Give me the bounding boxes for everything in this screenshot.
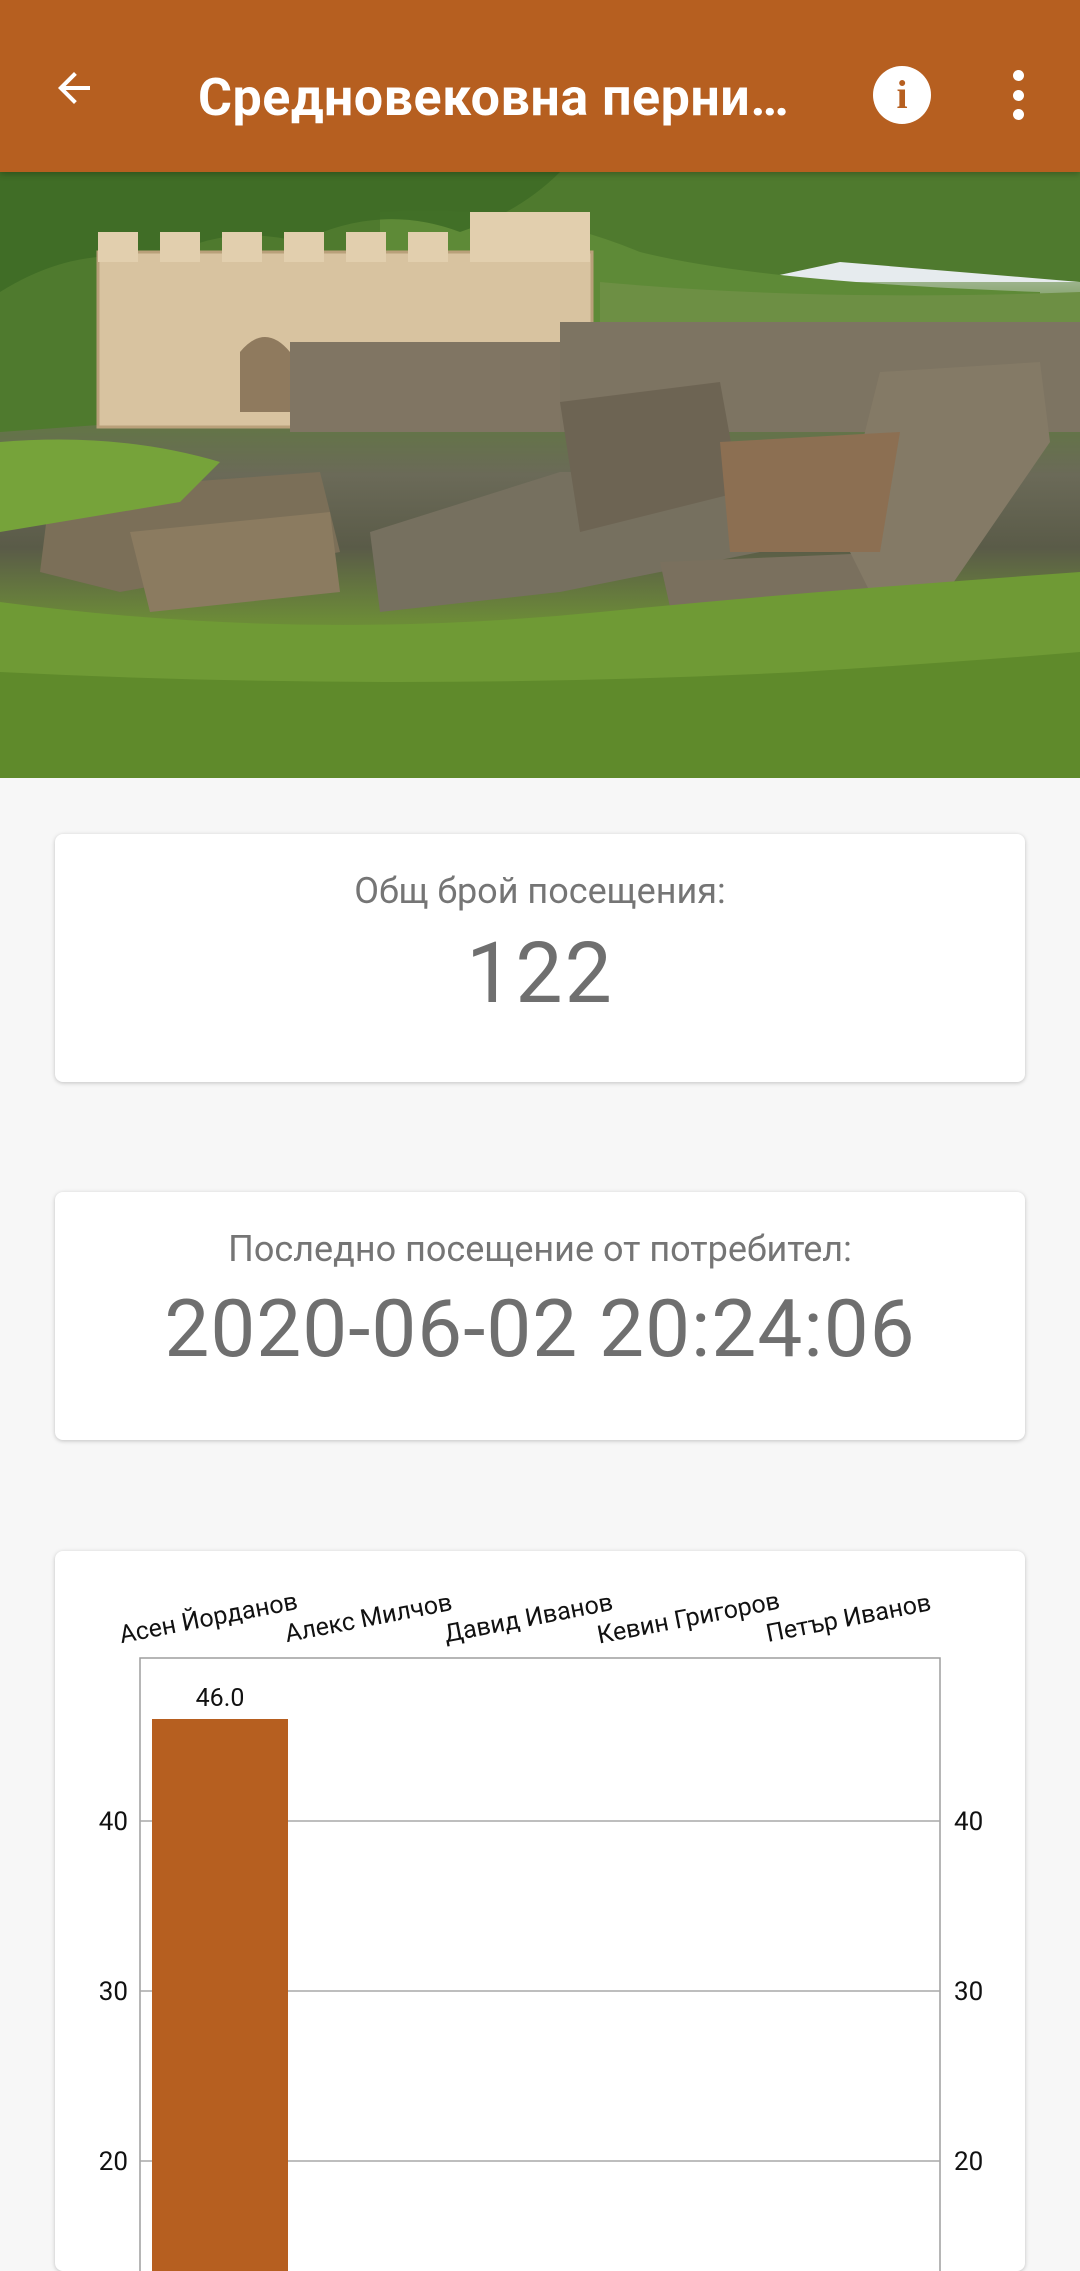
y-tick-label-left: 40 bbox=[99, 1807, 128, 1837]
page-title: Средновековна перни… bbox=[198, 67, 790, 128]
bar bbox=[152, 1719, 288, 2271]
info-button[interactable]: i bbox=[873, 66, 931, 124]
category-label: Алекс Милчов bbox=[283, 1588, 455, 1649]
total-visits-value: 122 bbox=[466, 924, 614, 1023]
total-visits-label: Общ брой посещения: bbox=[354, 870, 726, 912]
y-tick-label-left: 30 bbox=[99, 1977, 128, 2007]
bar-chart: 20 20 30 30 40 40 46.0 Асен ЙордановАлекс Милчо… bbox=[99, 1586, 983, 2271]
more-vert-icon bbox=[1012, 70, 1024, 81]
y-tick-label-left: 20 bbox=[99, 2147, 128, 2177]
y-tick-label-right: 40 bbox=[954, 1807, 983, 1837]
more-options-button[interactable] bbox=[996, 70, 1040, 120]
visits-per-user-chart: 20 20 30 30 40 40 46.0 Асен Йорданов Алекс Милчо… bbox=[55, 1551, 1025, 2271]
arrow-back-icon bbox=[58, 72, 90, 104]
category-label: Асен Йорданов bbox=[117, 1586, 300, 1650]
total-visits-card: Общ брой посещения: 122 bbox=[55, 834, 1025, 1082]
app-bar: Средновековна перни… i bbox=[0, 0, 1080, 172]
fortress-photo bbox=[0, 172, 1080, 778]
last-visit-value: 2020-06-02 20:24:06 bbox=[164, 1282, 916, 1376]
hero-image bbox=[0, 172, 1080, 778]
bar-value-label: 46.0 bbox=[196, 1684, 245, 1713]
category-label: Кевин Григоров bbox=[595, 1587, 782, 1651]
y-tick-label-right: 30 bbox=[954, 1977, 983, 2007]
category-label: Петър Иванов bbox=[764, 1588, 934, 1648]
info-icon: i bbox=[896, 72, 908, 117]
back-button[interactable] bbox=[42, 56, 106, 120]
y-tick-label-right: 20 bbox=[954, 2147, 983, 2177]
category-label: Давид Иванов bbox=[442, 1588, 615, 1649]
last-visit-card: Последно посещение от потребител: 2020-0… bbox=[55, 1192, 1025, 1440]
last-visit-label: Последно посещение от потребител: bbox=[228, 1228, 852, 1270]
